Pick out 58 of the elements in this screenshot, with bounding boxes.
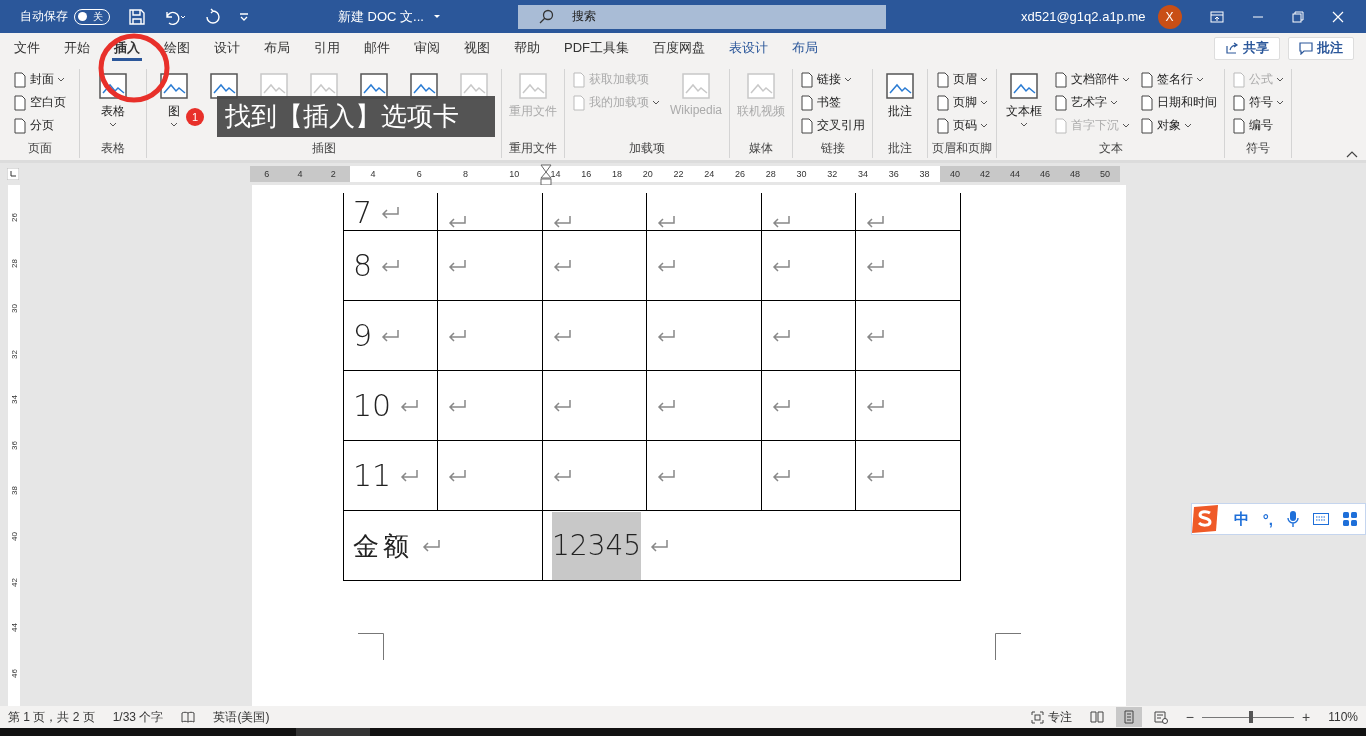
group-label: 页面: [27, 140, 52, 157]
ruler-number: 34: [9, 395, 19, 405]
cell-text: 11: [353, 458, 392, 493]
ruler-number: 44: [9, 623, 19, 632]
ruler-number: 28: [765, 169, 776, 179]
cell-text: 金额: [353, 529, 413, 563]
ruler-number: 4: [370, 169, 376, 179]
ruler-number: 34: [858, 169, 869, 179]
group-label: 文本: [1098, 140, 1123, 157]
ruler-number: 50: [1100, 169, 1110, 179]
autosave-label: 自动保存: [20, 8, 68, 25]
cell-text: 8: [353, 248, 373, 283]
ruler-number: 38: [9, 486, 19, 496]
group-label: 表格: [101, 140, 125, 157]
ruler-number: 28: [9, 258, 19, 268]
group-label: 符号: [1246, 140, 1271, 157]
cell-text: 7: [353, 196, 373, 230]
ruler-number: 10: [509, 169, 520, 179]
ruler-number: 26: [9, 213, 19, 223]
ruler-number: 30: [9, 304, 19, 314]
ruler-number: 14: [550, 169, 561, 179]
ruler-number: 48: [1070, 169, 1080, 179]
group-label: 加载项: [629, 140, 665, 157]
ruler-number: 2: [330, 169, 336, 179]
ruler-number: 42: [9, 577, 19, 587]
step-badge: 1: [186, 107, 204, 126]
ruler-number: 42: [980, 169, 990, 179]
ruler-number: 6: [264, 169, 270, 179]
ruler-number: 30: [796, 169, 807, 179]
group-label: 媒体: [749, 140, 774, 157]
ruler-number: 44: [1010, 169, 1020, 179]
ruler-number: 36: [888, 169, 899, 179]
ruler-number: 46: [9, 668, 19, 678]
ruler-number: 4: [297, 169, 303, 179]
callout-tooltip: 找到【插入】选项卡: [217, 96, 495, 137]
ruler-number: 32: [9, 349, 19, 359]
group-label: 插图: [312, 140, 336, 157]
ruler-number: 20: [642, 169, 653, 179]
ruler-number: 40: [950, 169, 960, 179]
ruler-number: 26: [734, 169, 745, 179]
cell-text: 10: [353, 388, 392, 423]
ruler-number: 38: [919, 169, 930, 179]
ruler-number: 8: [463, 169, 469, 179]
ruler-number: 40: [9, 532, 19, 541]
ruler-number: 24: [704, 169, 715, 179]
ruler-number: 32: [827, 169, 838, 179]
ruler-number: 18: [611, 169, 622, 179]
ruler-number: 16: [581, 169, 592, 179]
cell-text: 9: [353, 318, 373, 353]
group-label: 批注: [888, 140, 913, 157]
group-label: 重用文件: [509, 140, 557, 157]
group-label: 页眉和页脚: [932, 140, 993, 157]
group-label: 链接: [820, 140, 845, 157]
cell-text: 12345: [552, 511, 642, 580]
ruler-number: 36: [9, 440, 19, 450]
ruler-number: 22: [673, 169, 684, 179]
ruler-number: 6: [416, 169, 422, 179]
ruler-number: 46: [1040, 169, 1050, 179]
